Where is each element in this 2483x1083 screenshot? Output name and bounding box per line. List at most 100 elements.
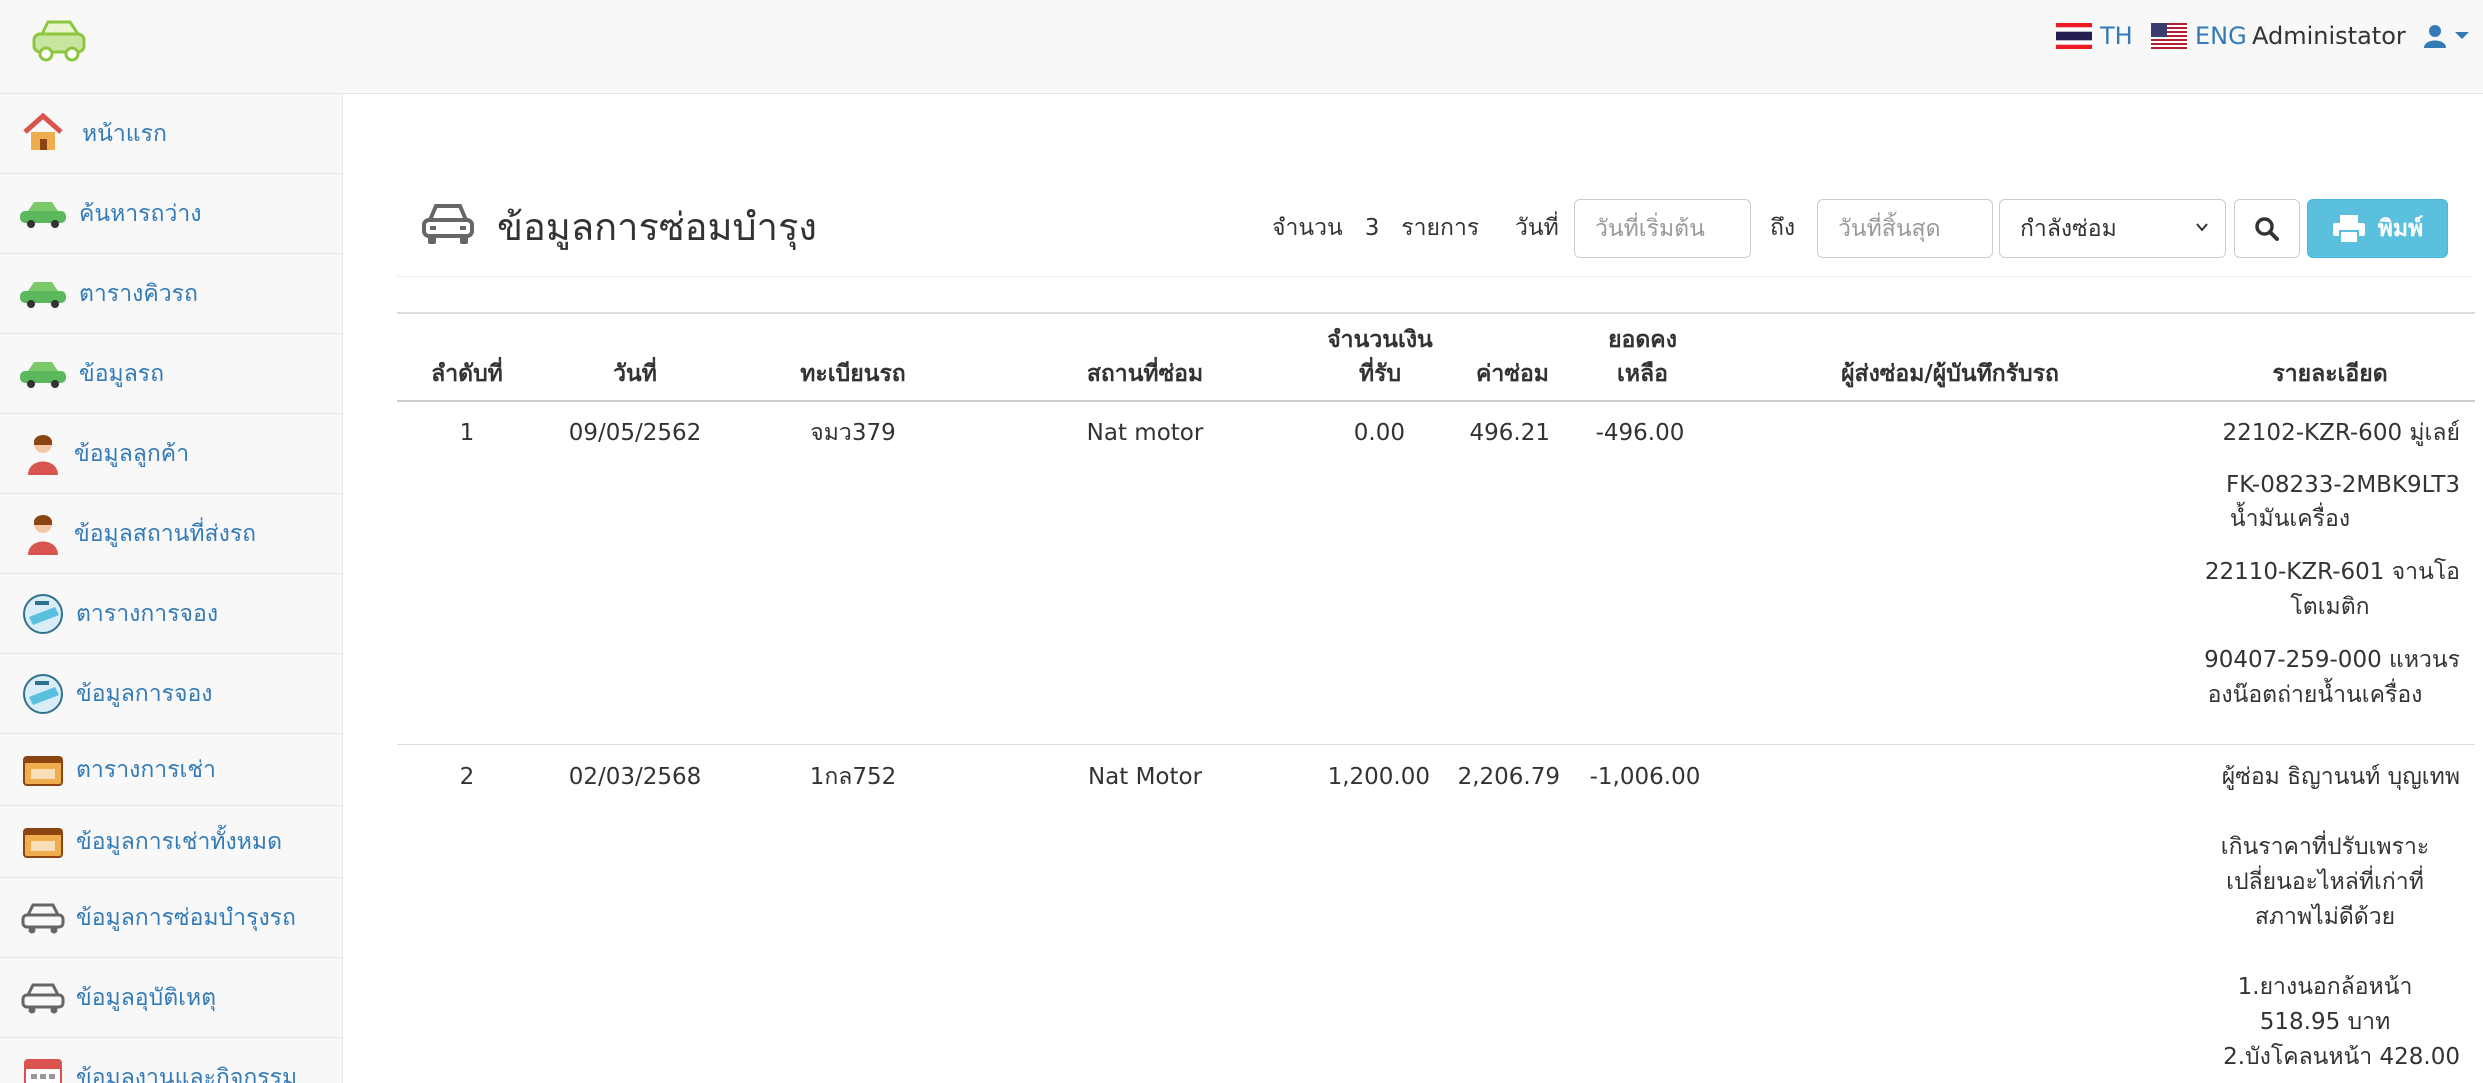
count-suffix: รายการ	[1401, 215, 1480, 241]
detail-line: เกินราคาที่ปรับเพราะ	[2220, 834, 2430, 860]
customer-icon	[18, 514, 68, 555]
table-header-border	[397, 400, 2475, 402]
detail-line: 22110-KZR-601 จานโอ	[2204, 559, 2460, 585]
print-button[interactable]: พิมพ์	[2307, 199, 2448, 258]
sidebar-item-label: ตารางการจอง	[76, 600, 219, 627]
start-date-input[interactable]: วันที่เริ่มต้น	[1574, 199, 1751, 258]
col-header-balance-line1: ยอดคง	[1608, 327, 1677, 353]
sidebar-item-label: ข้อมูลอุบัติเหตุ	[76, 984, 217, 1011]
col-header-date: วันที่	[613, 361, 657, 387]
sidebar-item-label: ข้อมูลลูกค้า	[74, 440, 190, 467]
detail-line: 2.บังโคลนหน้า 428.00	[2223, 1044, 2460, 1070]
cell-no: 1	[459, 420, 475, 446]
sidebar-item-maintenance[interactable]: ข้อมูลการซ่อมบำรุงรถ	[0, 878, 342, 958]
customer-icon	[18, 434, 68, 475]
language-th-label: TH	[2100, 22, 2133, 50]
end-date-input[interactable]: วันที่สิ้นสุด	[1817, 199, 1993, 258]
detail-line: FK-08233-2MBK9LT3	[2226, 472, 2460, 498]
sidebar-item-booking-info[interactable]: ข้อมูลการจอง	[0, 654, 342, 734]
date-filter-label: วันที่	[1515, 215, 1559, 241]
table-top-border	[397, 312, 2475, 314]
sidebar-item-events[interactable]: ข้อมูลงานและกิจกรรม	[0, 1038, 342, 1083]
cell-plate: 1กล752	[809, 764, 897, 790]
col-header-cost: ค่าซ่อม	[1476, 361, 1549, 387]
top-navbar: TH ENG Administator	[0, 0, 2483, 94]
user-name: Administator	[2252, 22, 2406, 50]
car-title-icon	[420, 198, 476, 248]
cell-cost: 496.21	[1469, 420, 1550, 446]
to-label: ถึง	[1770, 215, 1796, 241]
sidebar-item-label: ข้อมูลการจอง	[76, 680, 213, 707]
language-eng-link[interactable]: ENG	[2151, 18, 2247, 54]
cell-received: 1,200.00	[1327, 764, 1430, 790]
booking-icon	[18, 594, 68, 634]
col-header-received: จำนวนเงิน ที่รับ	[1315, 323, 1445, 391]
green-car-icon	[18, 274, 68, 314]
sidebar-item-label: ตารางคิวรถ	[79, 280, 198, 307]
car-logo-icon[interactable]	[28, 16, 92, 66]
col-header-balance-line2: เหลือ	[1617, 361, 1668, 387]
sidebar-item-home[interactable]: หน้าแรก	[0, 94, 342, 174]
page-title: ข้อมูลการซ่อมบำรุง	[497, 205, 817, 249]
cell-date: 09/05/2562	[568, 420, 702, 446]
sidebar-item-car-queue[interactable]: ตารางคิวรถ	[0, 254, 342, 334]
detail-line: ผู้ซ่อม ธิญานนท์ บุญเทพ	[2221, 764, 2460, 790]
sidebar-item-label: ข้อมูลการเช่าทั้งหมด	[76, 828, 283, 855]
col-header-sender: ผู้ส่งซ่อม/ผู้บันทึกรับรถ	[1841, 361, 2059, 387]
sidebar-item-car-info[interactable]: ข้อมูลรถ	[0, 334, 342, 414]
sidebar: หน้าแรก ค้นหารถว่าง ตารางคิวรถ ข้อมูลรถ …	[0, 94, 343, 1083]
cell-plate: จมว379	[810, 420, 896, 446]
detail-line: โตเมติก	[2290, 594, 2370, 620]
detail-line: สภาพไม่ดีด้วย	[2254, 904, 2396, 930]
col-header-place: สถานที่ซ่อม	[1086, 361, 1204, 387]
thai-flag-icon	[2056, 23, 2092, 49]
sidebar-item-booking-table[interactable]: ตารางการจอง	[0, 574, 342, 654]
user-icon	[2424, 25, 2446, 48]
cell-place: Nat Motor	[1087, 764, 1203, 790]
rent-icon	[18, 750, 68, 790]
booking-icon	[18, 674, 68, 714]
sidebar-item-label: ข้อมูลงานและกิจกรรม	[76, 1065, 298, 1083]
cell-received: 0.00	[1353, 420, 1405, 446]
sidebar-item-label: ตารางการเช่า	[76, 756, 216, 783]
printer-icon	[2332, 214, 2365, 244]
detail-line: 518.95 บาท	[2259, 1009, 2391, 1035]
status-selected-value: กำลังซ่อม	[2020, 215, 2117, 242]
col-header-received-line1: จำนวนเงิน	[1327, 327, 1433, 353]
cell-balance: -1,006.00	[1589, 764, 1701, 790]
search-icon	[2255, 216, 2279, 241]
chevron-down-icon	[2196, 223, 2208, 232]
us-flag-icon	[2151, 23, 2187, 49]
cell-place: Nat motor	[1086, 420, 1204, 446]
rent-icon	[18, 822, 68, 862]
sidebar-item-delivery-place[interactable]: ข้อมูลสถานที่ส่งรถ	[0, 494, 342, 574]
col-header-plate: ทะเบียนรถ	[800, 361, 906, 387]
cell-date: 02/03/2568	[568, 764, 702, 790]
sidebar-item-label: ค้นหารถว่าง	[79, 200, 202, 227]
cell-no: 2	[459, 764, 475, 790]
detail-line: น้ำมันเครื่อง	[2229, 506, 2351, 532]
cell-balance: -496.00	[1595, 420, 1685, 446]
detail-line: 90407-259-000 แหวนร	[2204, 647, 2460, 673]
col-header-detail: รายละเอียด	[2272, 361, 2388, 387]
language-th-link[interactable]: TH	[2056, 18, 2133, 54]
status-select[interactable]: กำลังซ่อม	[1999, 199, 2226, 258]
row-divider	[397, 744, 2475, 745]
sidebar-item-label: หน้าแรก	[82, 120, 167, 147]
record-count: จำนวน 3 รายการ	[1272, 210, 1479, 246]
sidebar-item-customer-info[interactable]: ข้อมูลลูกค้า	[0, 414, 342, 494]
sidebar-item-search-free-car[interactable]: ค้นหารถว่าง	[0, 174, 342, 254]
sidebar-item-all-rentals[interactable]: ข้อมูลการเช่าทั้งหมด	[0, 806, 342, 878]
count-prefix: จำนวน	[1272, 215, 1343, 241]
sidebar-item-accident[interactable]: ข้อมูลอุบัติเหตุ	[0, 958, 342, 1038]
search-button[interactable]	[2234, 199, 2300, 258]
sidebar-item-rent-table[interactable]: ตารางการเช่า	[0, 734, 342, 806]
green-car-icon	[18, 354, 68, 394]
sidebar-item-label: ข้อมูลการซ่อมบำรุงรถ	[76, 904, 296, 931]
col-header-no: ลำดับที่	[431, 361, 503, 387]
print-label: พิมพ์	[2377, 215, 2424, 242]
user-menu-dropdown[interactable]	[2424, 20, 2470, 52]
sidebar-item-label: ข้อมูลรถ	[79, 360, 165, 387]
detail-line: เปลี่ยนอะไหล่ที่เก่าที่	[2226, 869, 2424, 895]
divider	[397, 276, 2471, 277]
